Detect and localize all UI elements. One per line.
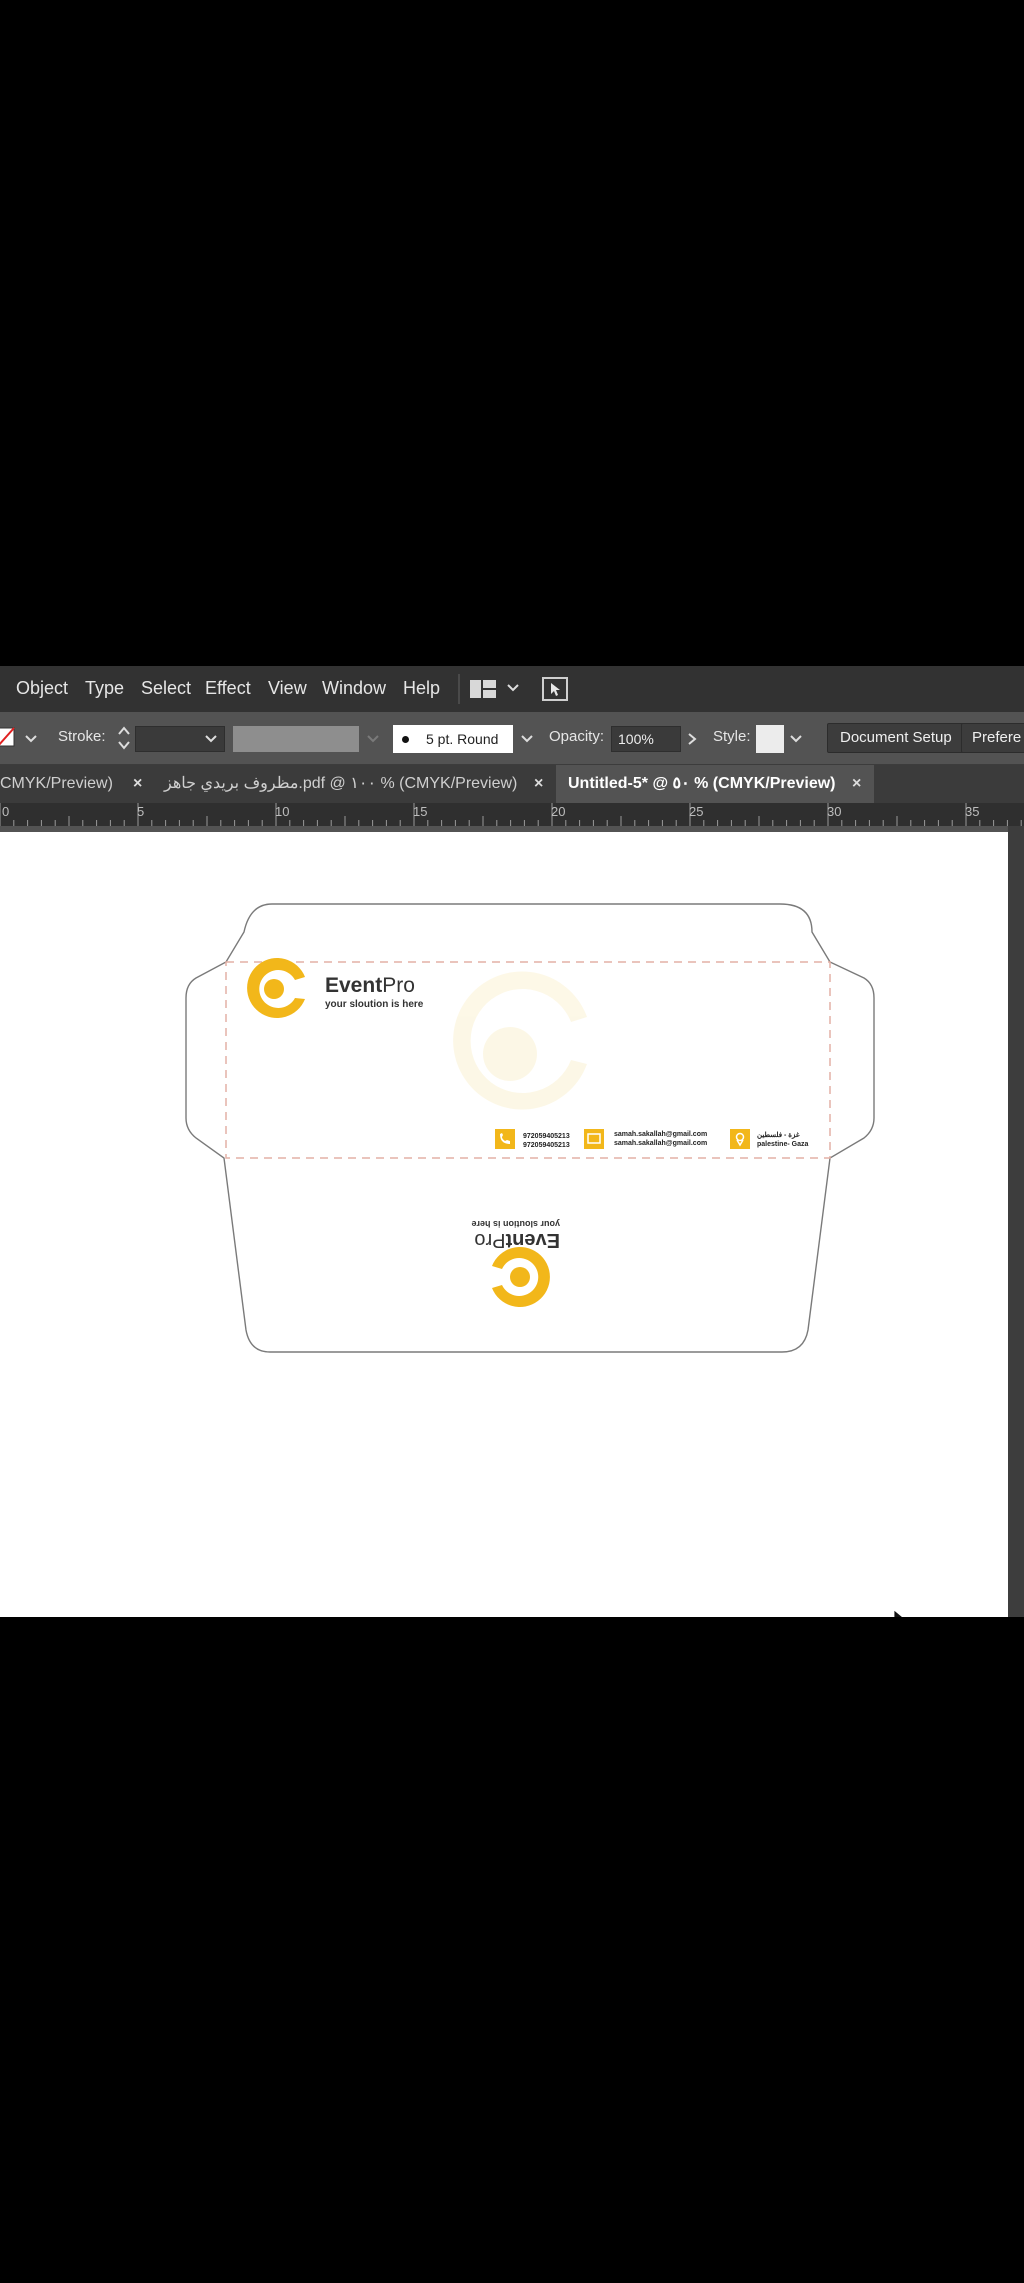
brand-name: EventPro xyxy=(325,974,415,997)
stroke-label: Stroke: xyxy=(58,728,106,745)
chevron-down-icon[interactable] xyxy=(24,732,38,746)
arrange-documents-icon[interactable] xyxy=(542,677,568,701)
flap-brand: EventPro your sloution is here xyxy=(471,1219,560,1251)
style-label: Style: xyxy=(713,728,751,745)
menu-object[interactable]: Object xyxy=(16,678,68,699)
menu-select[interactable]: Select xyxy=(141,678,191,699)
ruler-label: 35 xyxy=(965,804,980,819)
tab-label: Untitled-5* @ ٥٠ % (CMYK/Preview) xyxy=(568,775,836,792)
illustrator-window: Object Type Select Effect View Window He… xyxy=(0,666,1024,1617)
control-bar: Stroke: 5 pt. Round Opacity: 100% Style:… xyxy=(0,712,1024,765)
opacity-label: Opacity: xyxy=(549,728,605,745)
chevron-down-icon[interactable] xyxy=(520,732,534,746)
canvas-area[interactable]: EventPro your sloution is here 972059405… xyxy=(0,826,1024,1617)
ruler-label: 10 xyxy=(275,804,290,819)
email-icon xyxy=(584,1129,604,1149)
menu-help[interactable]: Help xyxy=(403,678,440,699)
chevron-down-icon[interactable] xyxy=(204,732,218,746)
brush-dot-icon xyxy=(402,736,409,743)
artboard[interactable]: EventPro your sloution is here 972059405… xyxy=(0,832,1008,1617)
ruler-label: 0 xyxy=(2,804,10,819)
phone-icon xyxy=(495,1129,515,1149)
address-1: غزة - فلسطين xyxy=(757,1131,800,1139)
stroke-stepper-icon[interactable] xyxy=(117,724,131,752)
graphic-style-swatch[interactable] xyxy=(756,725,784,753)
ruler-label: 30 xyxy=(827,804,842,819)
ruler-label: 15 xyxy=(413,804,428,819)
menu-type[interactable]: Type xyxy=(85,678,124,699)
close-icon[interactable]: × xyxy=(534,765,543,803)
document-tabs: CMYK/Preview) × مظروف بريدي جاهز.pdf @ ١… xyxy=(0,765,1024,803)
workspace-icon[interactable] xyxy=(470,680,496,698)
mouse-cursor-icon xyxy=(893,1609,904,1617)
ruler-label: 5 xyxy=(137,804,145,819)
flap-tagline: your sloution is here xyxy=(471,1219,560,1229)
stroke-swatch-icon[interactable] xyxy=(0,726,16,748)
ruler-ticks xyxy=(0,803,1022,826)
chevron-down-icon[interactable] xyxy=(366,732,380,746)
menu-separator xyxy=(458,674,460,704)
email-1: samah.sakallah@gmail.com xyxy=(614,1131,707,1138)
address-2: palestine- Gaza xyxy=(757,1141,808,1148)
close-icon[interactable]: × xyxy=(852,765,861,803)
chevron-down-icon[interactable] xyxy=(789,732,803,746)
chevron-right-icon[interactable] xyxy=(685,732,699,746)
opacity-input[interactable]: 100% xyxy=(611,726,681,752)
ruler-label: 20 xyxy=(551,804,566,819)
tab-document-1[interactable]: CMYK/Preview) × xyxy=(0,765,150,803)
menu-bar: Object Type Select Effect View Window He… xyxy=(0,666,1024,712)
menu-effect[interactable]: Effect xyxy=(205,678,251,699)
preferences-button[interactable]: Prefere xyxy=(961,723,1024,753)
document-setup-button[interactable]: Document Setup xyxy=(827,723,965,753)
variable-width-profile[interactable] xyxy=(233,726,359,752)
flap-brand-name: EventPro xyxy=(474,1229,560,1251)
close-icon[interactable]: × xyxy=(133,765,142,803)
tab-label: CMYK/Preview) xyxy=(0,775,113,792)
tab-document-2[interactable]: مظروف بريدي جاهز.pdf @ ١٠٠ % (CMYK/Previ… xyxy=(150,765,556,803)
brush-definition-dropdown[interactable]: 5 pt. Round xyxy=(393,725,513,753)
ruler-label: 25 xyxy=(689,804,704,819)
vertical-scrollbar[interactable] xyxy=(1008,826,1024,1617)
tab-document-active[interactable]: Untitled-5* @ ٥٠ % (CMYK/Preview) × xyxy=(556,765,874,803)
menu-window[interactable]: Window xyxy=(322,678,386,699)
email-2: samah.sakallah@gmail.com xyxy=(614,1140,707,1147)
phone-1: 972059405213 xyxy=(523,1133,570,1140)
phone-2: 972059405213 xyxy=(523,1142,570,1149)
menu-view[interactable]: View xyxy=(268,678,307,699)
tab-label: مظروف بريدي جاهز.pdf @ ١٠٠ % (CMYK/Previ… xyxy=(164,775,518,792)
horizontal-ruler[interactable]: 0 5 10 15 20 25 30 35 xyxy=(0,803,1024,827)
brand-tagline: your sloution is here xyxy=(325,999,424,1010)
chevron-down-icon[interactable] xyxy=(505,680,521,696)
envelope-artwork[interactable]: EventPro your sloution is here 972059405… xyxy=(0,832,1008,1617)
brush-label: 5 pt. Round xyxy=(426,731,499,747)
